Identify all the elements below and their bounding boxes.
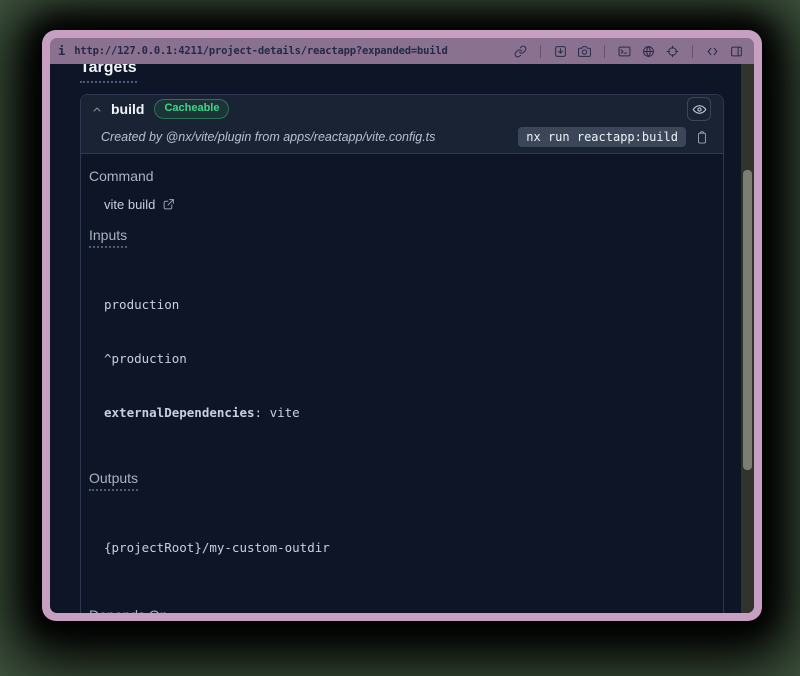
depends-on-heading: Depends On [89,607,715,613]
download-icon[interactable] [553,44,568,59]
input-item: externalDependencies: vite [104,404,715,422]
cacheable-badge: Cacheable [154,99,229,118]
input-item: production [104,296,715,314]
external-link-icon [162,198,175,211]
command-value: vite build [104,197,155,212]
target-card-build: build Cacheable Created by @nx/vite/plug… [80,94,724,613]
info-icon: i [58,44,65,58]
clipboard-icon [695,130,709,145]
command-line: vite build [104,197,715,212]
url-bar[interactable]: http://127.0.0.1:4211/project-details/re… [74,45,447,57]
browser-toolbar: i http://127.0.0.1:4211/project-details/… [50,38,754,64]
created-by-text: Created by @nx/vite/plugin from apps/rea… [101,130,435,144]
code-icon[interactable] [705,44,720,59]
toolbar-divider [604,45,605,58]
device-split-icon[interactable] [729,44,744,59]
run-command-chip: nx run reactapp:build [518,127,686,147]
scrollbar-track[interactable] [741,64,754,613]
created-by-row: Created by @nx/vite/plugin from apps/rea… [81,123,723,153]
browser-window: i http://127.0.0.1:4211/project-details/… [42,30,762,621]
open-config-button[interactable] [162,198,175,211]
view-in-graph-button[interactable] [687,97,711,121]
output-item: {projectRoot}/my-custom-outdir [104,539,715,557]
crosshair-icon[interactable] [665,44,680,59]
inputs-heading: Inputs [89,227,715,248]
inputs-list: production ^production externalDependenc… [104,260,715,458]
build-target-header[interactable]: build Cacheable [81,95,723,123]
toolbar-icon-group [513,44,744,59]
outputs-heading: Outputs [89,470,715,491]
command-heading: Command [89,168,715,184]
camera-icon[interactable] [577,44,592,59]
build-target-details: Command vite build Inputs production ^pr… [81,154,723,613]
chevron-up-icon [91,103,103,115]
toolbar-divider [692,45,693,58]
input-item: ^production [104,350,715,368]
eye-icon [692,102,707,117]
page-content: Targets build Cacheable Created by @nx/v… [50,64,754,613]
copy-button[interactable] [695,130,709,145]
page-title: Targets [80,64,137,83]
link-icon[interactable] [513,44,528,59]
terminal-icon[interactable] [617,44,632,59]
globe-icon[interactable] [641,44,656,59]
scrollbar-thumb[interactable] [743,170,752,470]
outputs-list: {projectRoot}/my-custom-outdir [104,503,715,593]
target-name: build [111,101,144,117]
toolbar-divider [540,45,541,58]
